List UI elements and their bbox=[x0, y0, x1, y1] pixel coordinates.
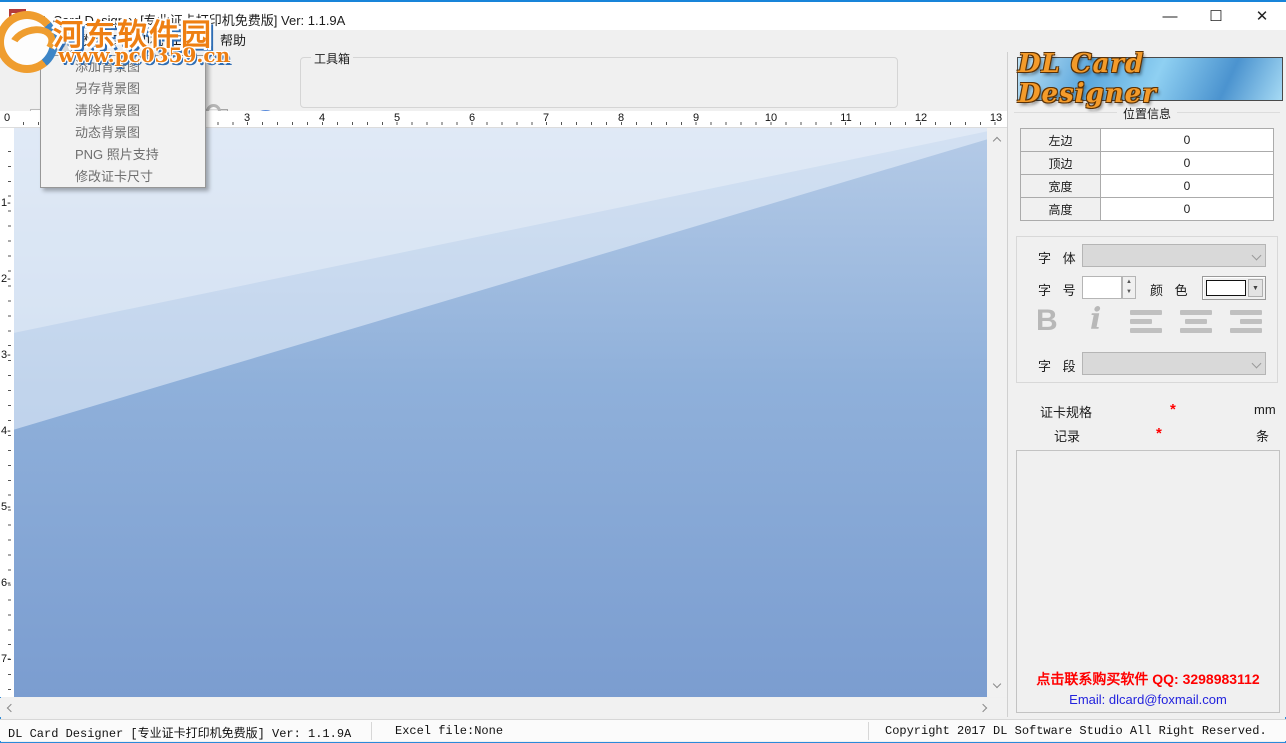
toolbox-title: 工具箱 bbox=[311, 50, 353, 67]
email-link[interactable]: Email: dlcard@foxmail.com bbox=[1017, 692, 1279, 707]
italic-button[interactable]: i bbox=[1090, 302, 1101, 337]
ruler-number: 10 bbox=[765, 112, 777, 124]
record-required: * bbox=[1156, 425, 1162, 442]
left-label: 左边 bbox=[1021, 129, 1101, 152]
menu-database[interactable]: 数据库 bbox=[72, 30, 123, 52]
ruler-number: 5 bbox=[394, 112, 400, 124]
align-text-right-button[interactable] bbox=[1230, 310, 1264, 336]
ruler-number: 5 bbox=[1, 501, 11, 513]
app-icon: DL bbox=[9, 9, 26, 26]
height-label: 高度 bbox=[1021, 198, 1101, 221]
ruler-number: 11 bbox=[840, 112, 851, 124]
ruler-number: 7 bbox=[543, 112, 549, 124]
font-size-input[interactable] bbox=[1082, 276, 1122, 299]
edit-menu-popup: 添加背景图 另存背景图 清除背景图 动态背景图 PNG 照片支持 修改证卡尺寸 bbox=[40, 55, 206, 188]
height-value: 0 bbox=[1101, 198, 1274, 221]
ruler-number: 0 bbox=[4, 112, 10, 124]
width-value: 0 bbox=[1101, 175, 1274, 198]
contact-box: 点击联系购买软件 QQ: 3298983112 Email: dlcard@fo… bbox=[1016, 450, 1280, 713]
status-excel-file: Excel file:None bbox=[395, 724, 503, 738]
scroll-up-arrow[interactable] bbox=[992, 134, 1002, 144]
ruler-number: 13 bbox=[990, 112, 1002, 124]
close-button[interactable]: ✕ bbox=[1239, 2, 1285, 32]
ruler-number: 12 bbox=[915, 112, 927, 124]
horizontal-scrollbar[interactable] bbox=[0, 698, 1007, 717]
font-color-picker[interactable]: ▼ bbox=[1202, 276, 1266, 300]
align-text-left-button[interactable] bbox=[1130, 310, 1164, 336]
ruler-number: 3 bbox=[1, 349, 11, 361]
chevron-down-icon bbox=[1252, 359, 1262, 369]
card-spec-unit: mm bbox=[1254, 402, 1276, 417]
card-spec-required: * bbox=[1170, 401, 1176, 418]
menu-help[interactable]: 帮助 bbox=[214, 30, 252, 52]
maximize-button[interactable]: ☐ bbox=[1193, 2, 1239, 32]
app-logo-banner: DL Card Designer bbox=[1017, 57, 1283, 101]
menu-item-dynamic-background[interactable]: 动态背景图 bbox=[41, 122, 205, 144]
top-value: 0 bbox=[1101, 152, 1274, 175]
ruler-number: 9 bbox=[693, 112, 699, 124]
table-row: 宽度 0 bbox=[1021, 175, 1274, 198]
toolbox-group: 工具箱 bbox=[300, 57, 898, 108]
font-size-stepper[interactable]: ▲▼ bbox=[1122, 276, 1136, 299]
position-table: 左边 0 顶边 0 宽度 0 高度 0 bbox=[1020, 128, 1274, 221]
status-app-version: DL Card Designer [专业证卡打印机免费版] Ver: 1.1.9… bbox=[8, 724, 351, 741]
window-title: DL Card Designer [专业证卡打印机免费版] Ver: 1.1.9… bbox=[33, 10, 345, 29]
color-swatch bbox=[1206, 280, 1246, 296]
app-window: DL DL Card Designer [专业证卡打印机免费版] Ver: 1.… bbox=[0, 0, 1286, 743]
minimize-button[interactable]: — bbox=[1147, 2, 1193, 32]
title-bar: DL DL Card Designer [专业证卡打印机免费版] Ver: 1.… bbox=[0, 0, 1286, 30]
font-color-label: 颜 色 bbox=[1150, 280, 1192, 299]
font-size-label: 字 号 bbox=[1038, 280, 1080, 299]
field-select[interactable] bbox=[1082, 352, 1266, 375]
align-text-center-button[interactable] bbox=[1180, 310, 1214, 336]
status-copyright: Copyright 2017 DL Software Studio All Ri… bbox=[885, 724, 1267, 738]
menu-item-png-support[interactable]: PNG 照片支持 bbox=[41, 144, 205, 166]
scroll-left-arrow[interactable] bbox=[4, 703, 14, 713]
width-label: 宽度 bbox=[1021, 175, 1101, 198]
top-label: 顶边 bbox=[1021, 152, 1101, 175]
ruler-number: 6 bbox=[469, 112, 475, 124]
menu-item-add-background[interactable]: 添加背景图 bbox=[41, 56, 205, 78]
properties-panel: DL Card Designer 位置信息 左边 0 顶边 0 宽度 0 高度 … bbox=[1008, 52, 1286, 717]
ruler-number: 4 bbox=[1, 425, 11, 437]
ruler-number: 4 bbox=[319, 112, 325, 124]
ruler-number: 6 bbox=[1, 577, 11, 589]
table-row: 顶边 0 bbox=[1021, 152, 1274, 175]
chevron-down-icon bbox=[1252, 251, 1262, 261]
menu-item-clear-background[interactable]: 清除背景图 bbox=[41, 100, 205, 122]
card-design-canvas[interactable] bbox=[14, 128, 987, 697]
position-info-title: 位置信息 bbox=[1008, 105, 1286, 122]
field-label: 字 段 bbox=[1038, 356, 1080, 375]
menu-tools[interactable]: 工具 bbox=[164, 30, 202, 52]
vertical-ruler: 1 2 3 4 5 6 7 bbox=[0, 128, 14, 697]
scroll-right-arrow[interactable] bbox=[980, 703, 990, 713]
font-family-label: 字 体 bbox=[1038, 248, 1080, 267]
buy-contact-link[interactable]: 点击联系购买软件 QQ: 3298983112 bbox=[1017, 669, 1279, 689]
record-label: 记录 bbox=[1054, 426, 1080, 445]
left-value: 0 bbox=[1101, 129, 1274, 152]
scroll-down-arrow[interactable] bbox=[992, 681, 1002, 691]
ruler-number: 7 bbox=[1, 653, 11, 665]
ruler-number: 3 bbox=[244, 112, 250, 124]
menu-item-save-background[interactable]: 另存背景图 bbox=[41, 78, 205, 100]
bold-button[interactable]: B bbox=[1036, 304, 1058, 338]
ruler-number: 2 bbox=[1, 273, 11, 285]
menu-item-modify-card-size[interactable]: 修改证卡尺寸 bbox=[41, 166, 205, 188]
logo-text: DL Card Designer bbox=[1018, 49, 1282, 109]
status-bar: DL Card Designer [专业证卡打印机免费版] Ver: 1.1.9… bbox=[0, 719, 1286, 741]
ruler-number: 8 bbox=[618, 112, 624, 124]
vertical-scrollbar[interactable] bbox=[987, 128, 1007, 697]
card-spec-label: 证卡规格 bbox=[1040, 402, 1092, 421]
color-dropdown-button[interactable]: ▼ bbox=[1248, 279, 1263, 297]
table-row: 左边 0 bbox=[1021, 129, 1274, 152]
record-unit: 条 bbox=[1256, 426, 1269, 445]
font-family-select[interactable] bbox=[1082, 244, 1266, 267]
menu-printer[interactable]: 打印机 bbox=[118, 30, 169, 52]
ruler-number: 1 bbox=[1, 197, 11, 209]
table-row: 高度 0 bbox=[1021, 198, 1274, 221]
menu-edit[interactable]: 编辑 bbox=[34, 30, 72, 52]
